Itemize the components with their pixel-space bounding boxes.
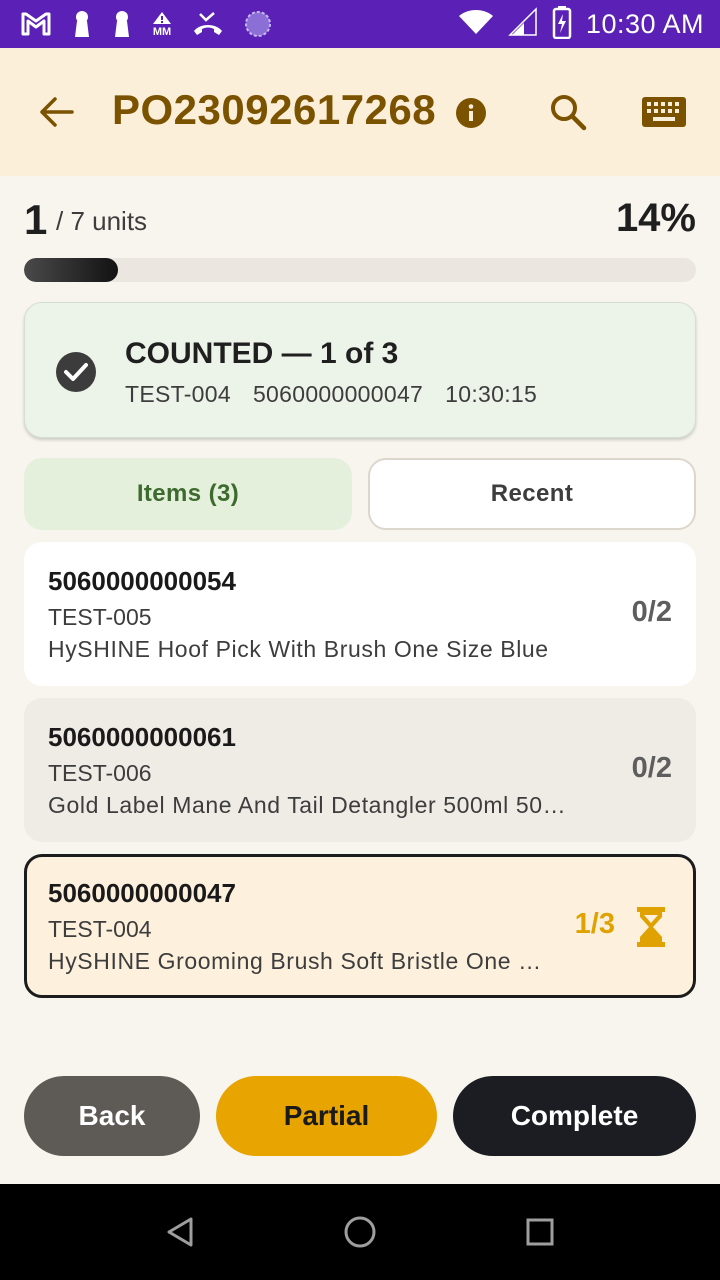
item-barcode: 5060000000061 (48, 722, 236, 752)
item-name: Gold Label Mane And Tail Detangler 500ml… (48, 792, 578, 818)
counted-barcode: 5060000000047 (252, 381, 424, 407)
total-units-label: / 7 units (56, 206, 148, 236)
nav-back-icon[interactable] (156, 1208, 204, 1256)
wifi-icon (458, 9, 494, 40)
tab-recent[interactable]: Recent (368, 458, 696, 530)
keyboard-icon[interactable] (638, 92, 690, 132)
item-card[interactable]: 5060000000061 TEST-006 Gold Label Mane A… (24, 698, 696, 842)
complete-button[interactable]: Complete (453, 1076, 696, 1156)
progress-bar-fill (24, 258, 119, 282)
battery-icon (552, 5, 572, 44)
status-bar: MM 10:30 AM (0, 0, 720, 48)
signal-icon (508, 6, 538, 42)
item-name: HySHINE Grooming Brush Soft Bristle One … (48, 948, 548, 974)
tab-items[interactable]: Items (3) (24, 458, 352, 530)
search-icon[interactable] (544, 88, 592, 136)
nav-recents-icon[interactable] (516, 1208, 564, 1256)
missed-call-icon (192, 0, 224, 48)
counted-meta: TEST-004 5060000000047 10:30:15 (125, 381, 537, 408)
clock: 10:30 AM (585, 8, 704, 39)
progress-bar (24, 258, 696, 282)
counted-sku: TEST-004 (125, 381, 231, 407)
nav-home-icon[interactable] (336, 1208, 384, 1256)
item-card-selected[interactable]: 5060000000047 TEST-004 HySHINE Grooming … (24, 854, 696, 998)
system-nav-bar (0, 1184, 720, 1280)
item-quantity: 1/3 (574, 908, 615, 940)
keyhole-icon (112, 0, 132, 48)
progress-percent: 14% (615, 196, 696, 240)
counted-title: COUNTED — 1 of 3 (125, 337, 399, 370)
info-icon[interactable] (456, 98, 486, 128)
item-quantity: 0/2 (631, 596, 672, 628)
page-title: PO23092617268 (112, 86, 437, 133)
item-sku: TEST-006 (48, 760, 152, 786)
gmail-icon (20, 0, 52, 48)
keyhole-icon (72, 0, 92, 48)
item-barcode: 5060000000047 (48, 878, 236, 908)
item-name: HySHINE Hoof Pick With Brush One Size Bl… (48, 636, 549, 662)
item-sku: TEST-005 (48, 604, 152, 630)
back-button[interactable]: Back (24, 1076, 200, 1156)
hourglass-icon (637, 907, 665, 947)
spinner-icon (244, 0, 272, 48)
mm-label: MM (152, 25, 172, 38)
counted-banner: COUNTED — 1 of 3 TEST-004 5060000000047 … (24, 302, 696, 438)
item-quantity: 0/2 (631, 752, 672, 784)
partial-button[interactable]: Partial (216, 1076, 437, 1156)
counted-time: 10:30:15 (445, 381, 538, 407)
mm-warning-icon: MM (152, 0, 172, 48)
back-arrow-icon[interactable] (32, 88, 80, 136)
item-sku: TEST-004 (48, 916, 152, 942)
item-barcode: 5060000000054 (48, 566, 236, 596)
check-circle-icon (56, 352, 96, 392)
app-bar: PO23092617268 (0, 48, 720, 176)
item-card[interactable]: 5060000000054 TEST-005 HySHINE Hoof Pick… (24, 542, 696, 686)
counted-units: 1 (24, 196, 48, 243)
units-counter: 1 / 7 units 14% (24, 196, 696, 244)
